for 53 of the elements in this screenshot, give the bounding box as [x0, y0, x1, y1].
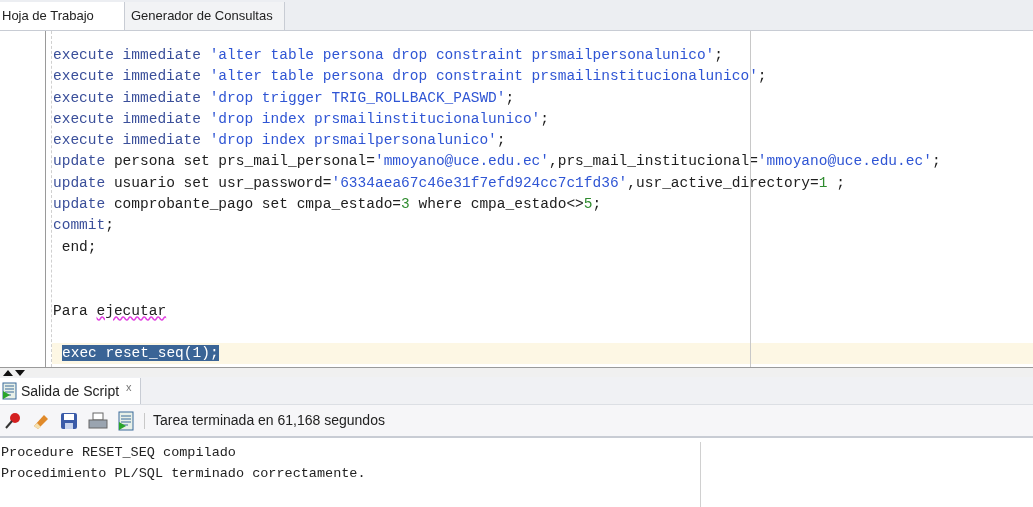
- code-text: end;: [60, 238, 97, 255]
- code-string: 'mmoyano@uce.edu.ec': [757, 153, 932, 170]
- code-text: usuario set usr_password=: [113, 174, 332, 191]
- script-icon[interactable]: [118, 410, 134, 431]
- misspelled-word: ejecutar: [96, 302, 167, 319]
- code-text: ,usr_active_directory=: [627, 174, 819, 191]
- code-text: ;: [592, 196, 602, 213]
- code-text: ,prs_mail_institucional=: [549, 153, 758, 170]
- code-text: ;: [496, 132, 506, 149]
- code-text: ;: [714, 47, 724, 63]
- code-text: where cmpa_estado<>: [417, 196, 584, 213]
- code-string: '6334aea67c46e31f7efd924cc7c1fd36': [331, 174, 628, 191]
- code-keyword: update: [53, 196, 107, 213]
- code-string: 'alter table persona drop constraint prsmailpersonalunico': [209, 47, 715, 63]
- code-string: 'drop index prsmailinstitucionalunico': [209, 110, 541, 127]
- code-keyword: execute immediate: [53, 110, 202, 127]
- selected-code-text: exec reset_seq(1);: [62, 345, 219, 362]
- pin-icon[interactable]: [4, 411, 22, 430]
- code-string: 'drop index prsmailpersonalunico': [209, 132, 497, 149]
- code-keyword: execute immediate: [53, 68, 202, 85]
- output-line: Procedure RESET_SEQ compilado: [0, 444, 236, 462]
- splitter-arrows-icon[interactable]: [2, 368, 26, 377]
- output-tab-label: Salida de Script: [21, 381, 120, 401]
- code-text: ;: [105, 217, 114, 234]
- code-keyword: update: [53, 153, 107, 170]
- editor-tab[interactable]: Hoja de Trabajo: [0, 2, 125, 30]
- code-text: ;: [931, 153, 941, 170]
- code-number: 5: [583, 196, 593, 213]
- editor-tab[interactable]: Generador de Consultas: [125, 2, 285, 30]
- code-number: 1: [818, 174, 828, 191]
- save-icon[interactable]: [60, 411, 78, 430]
- code-keyword: execute immediate: [53, 47, 202, 63]
- code-text: ;: [540, 110, 549, 127]
- code-text: comprobante_pago set cmpa_estado=: [113, 196, 402, 213]
- code-number: 3: [401, 196, 410, 213]
- script-icon: [2, 382, 18, 400]
- code-keyword: commit: [53, 217, 106, 234]
- code-keyword: execute immediate: [53, 89, 202, 106]
- code-string: 'alter table persona drop constraint prsmailinstitucionalunico': [209, 68, 758, 85]
- print-icon[interactable]: [88, 411, 108, 430]
- code-keyword: update: [53, 174, 107, 191]
- code-string: 'mmoyano@uce.edu.ec': [374, 153, 549, 170]
- code-keyword: execute immediate: [53, 132, 202, 149]
- code-text: ;: [757, 68, 767, 85]
- close-button[interactable]: x: [126, 378, 132, 396]
- status-text: Tarea terminada en 61,168 segundos: [153, 411, 385, 430]
- output-tab[interactable]: Salida de Script x: [0, 378, 141, 404]
- code-text: ;: [505, 89, 515, 106]
- code-text: persona set prs_mail_personal=: [113, 153, 375, 170]
- code-string: 'drop trigger TRIG_ROLLBACK_PASWD': [209, 89, 506, 106]
- code-text: Para: [53, 302, 89, 319]
- code-text: ;: [835, 174, 845, 191]
- output-line: Procedimiento PL/SQL terminado correctamente.: [0, 465, 366, 483]
